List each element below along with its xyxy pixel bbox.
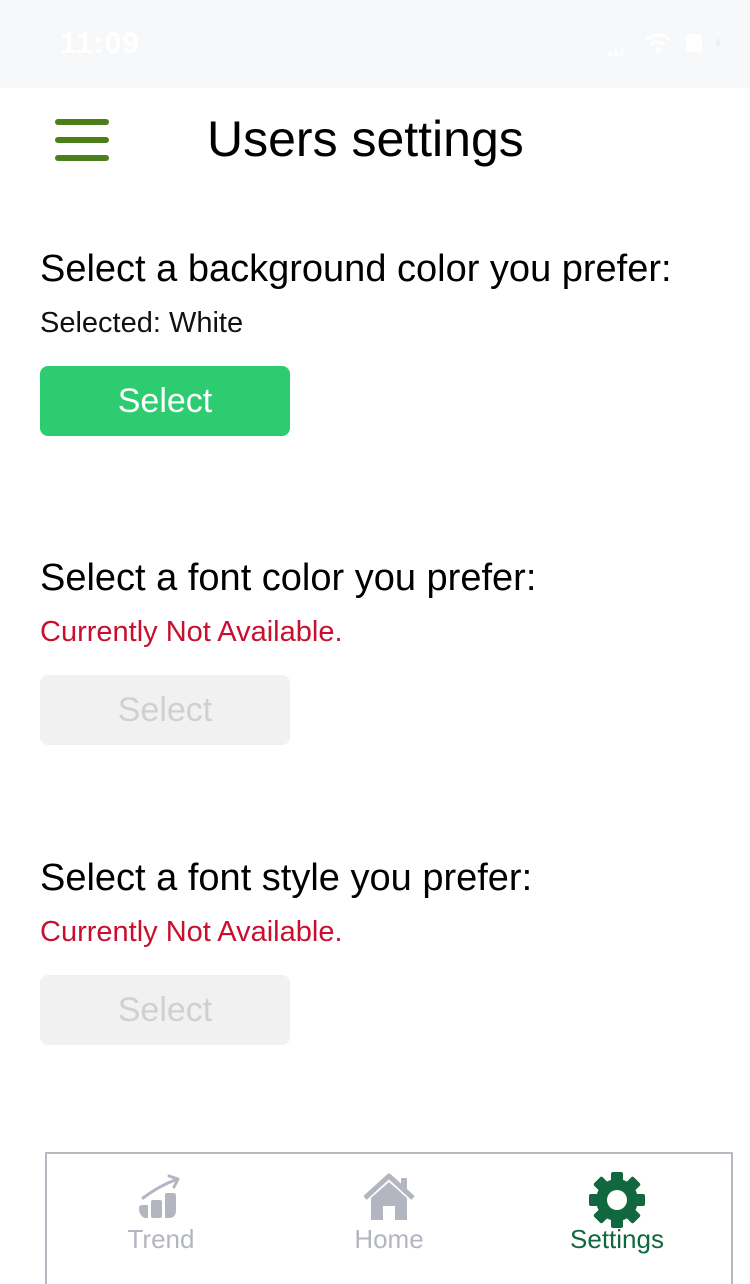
section-title: Select a background color you prefer: [40,248,672,290]
tab-label: Home [354,1224,424,1254]
select-font-color-button: Select [40,675,290,745]
home-icon [359,1172,419,1226]
tab-settings[interactable]: Settings [503,1154,731,1284]
font-color-section: Select a font color you prefer: Currentl… [40,557,536,745]
status-icons [608,32,720,56]
tab-label: Trend [127,1224,195,1254]
section-title: Select a font color you prefer: [40,557,537,599]
header: Users settings [0,88,750,198]
select-background-color-button[interactable]: Select [40,366,290,436]
tab-trend[interactable]: Trend [47,1154,275,1284]
background-color-section: Select a background color you prefer: Se… [40,248,672,436]
tab-label: Settings [570,1224,664,1254]
tab-home[interactable]: Home [275,1154,503,1284]
gear-icon [587,1172,647,1228]
tab-bar: Trend Home Settings [45,1152,733,1284]
battery-icon [686,34,702,52]
battery-tip [716,39,720,47]
font-style-section: Select a font style you prefer: Currentl… [40,857,532,1045]
section-title: Select a font style you prefer: [40,857,533,899]
signal-icon [608,38,630,56]
unavailable-status: Currently Not Available. [40,616,343,648]
trend-chart-icon [131,1172,191,1226]
status-bar: 11:09 [0,0,750,88]
select-font-style-button: Select [40,975,290,1045]
page-title: Users settings [207,111,524,167]
hamburger-menu-icon[interactable] [55,119,109,161]
status-time: 11:09 [60,27,141,60]
unavailable-status: Currently Not Available. [40,916,343,948]
wifi-icon [644,32,672,54]
selected-status: Selected: White [40,307,244,339]
